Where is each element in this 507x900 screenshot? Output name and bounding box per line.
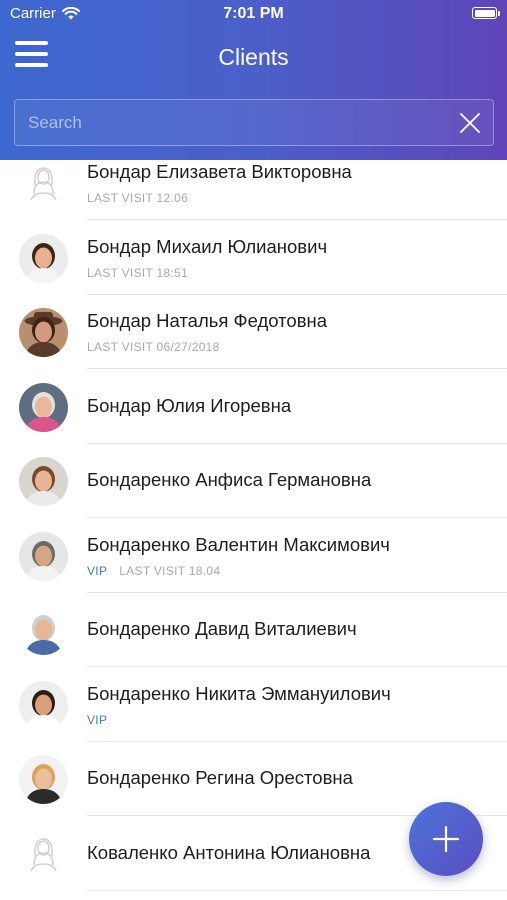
client-photo-avatar <box>19 531 68 581</box>
client-photo-avatar <box>19 680 68 730</box>
battery-icon <box>472 7 500 19</box>
app-header: Carrier 7:01 PM Clients <box>0 0 507 160</box>
placeholder-avatar-icon <box>19 830 68 879</box>
client-name: Бондар Михаил Юлианович <box>87 235 328 257</box>
client-name: Бондаренко Никита Эммануилович <box>87 682 391 704</box>
client-row[interactable]: Бондаренко Анфиса Германовна <box>0 444 507 518</box>
last-visit-label: LAST VISIT 18.04 <box>119 563 221 578</box>
last-visit-label: LAST VISIT 12.06 <box>87 191 189 205</box>
page-title: Clients <box>218 44 289 70</box>
client-name: Бондаренко Регина Орестовна <box>87 767 353 788</box>
client-photo-avatar <box>19 457 68 506</box>
add-client-button[interactable] <box>409 802 483 876</box>
client-list: Бондар Елизавета Викторовна LAST VISIT 12… <box>0 160 507 900</box>
client-row[interactable]: Бондар Наталья Федотовна LAST VISIT 06/27… <box>0 295 507 369</box>
status-time: 7:01 PM <box>223 5 284 22</box>
client-name: Бондар Юлия Игоревна <box>87 394 292 416</box>
last-visit-label: LAST VISIT 06/27/2018 <box>87 340 220 354</box>
client-name: Бондаренко Давид Виталиевич <box>87 618 357 639</box>
close-icon[interactable] <box>459 112 481 134</box>
row-divider <box>87 889 507 891</box>
client-row[interactable]: Бондаренко Валентин Максимович VIP LAST VI… <box>0 519 507 593</box>
plus-icon <box>432 825 460 853</box>
client-meta: VIP <box>87 713 119 727</box>
vip-badge: VIP <box>87 712 108 727</box>
client-meta: LAST VISIT 12.06 <box>87 191 188 205</box>
client-photo-avatar <box>19 308 68 357</box>
status-bar: Carrier 7:01 PM <box>0 0 507 28</box>
client-row[interactable]: Бондар Елизавета Викторовна LAST VISIT 12… <box>0 160 507 220</box>
client-name: Коваленко Антонина Юлиановна <box>87 841 371 863</box>
last-visit-label: LAST VISIT 18:51 <box>87 265 189 280</box>
client-photo-avatar <box>19 382 68 432</box>
client-name: Бондар Елизавета Викторовна <box>87 161 352 182</box>
client-row[interactable]: Бондар Михаил Юлианович LAST VISIT 18:51 <box>0 221 507 295</box>
vip-badge: VIP <box>87 563 108 578</box>
client-meta: LAST VISIT 06/27/2018 <box>87 340 220 354</box>
client-meta: VIP LAST VISIT 18.04 <box>87 564 220 578</box>
placeholder-avatar-icon <box>19 160 68 208</box>
client-photo-avatar <box>19 755 68 804</box>
client-row[interactable]: Бондаренко Давид Виталиевич <box>0 593 507 667</box>
search-input[interactable] <box>15 100 448 145</box>
search-box <box>14 99 494 146</box>
client-name: Бондар Наталья Федотовна <box>87 310 328 331</box>
client-name: Бондаренко Анфиса Германовна <box>87 469 372 490</box>
client-row[interactable]: Бондар Юлия Игоревна <box>0 370 507 444</box>
client-row[interactable]: Бондаренко Никита Эммануилович VIP <box>0 668 507 742</box>
client-name: Бондаренко Валентин Максимович <box>87 533 390 555</box>
client-photo-avatar <box>19 606 68 655</box>
client-meta: LAST VISIT 18:51 <box>87 266 188 280</box>
client-photo-avatar <box>19 233 68 283</box>
